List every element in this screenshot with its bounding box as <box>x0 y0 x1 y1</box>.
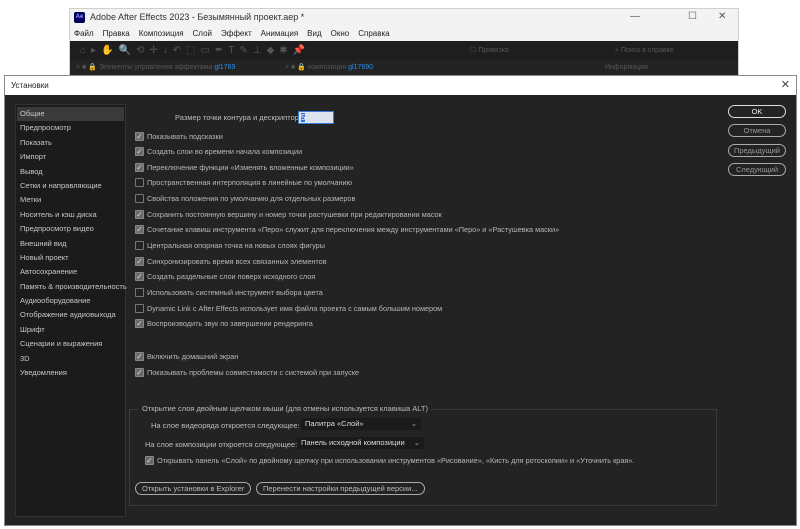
footage-label: На слое видеоряда откроется следующее: <box>151 421 300 430</box>
tab-composition[interactable]: × ■ 🔒 композиция gl17690 <box>285 60 373 76</box>
checkbox[interactable]: ✓ <box>135 131 144 141</box>
cancel-button[interactable]: Отмена <box>728 124 786 137</box>
minimize-icon[interactable]: — <box>630 11 640 22</box>
option-checkbox[interactable]: ✓ Включить домашний экран <box>135 352 238 361</box>
menu-item[interactable]: Композиция <box>139 26 184 41</box>
checkbox[interactable]: ✓ <box>135 272 144 282</box>
path-point-label: Размер точки контура и дескриптора: <box>175 113 306 122</box>
option-checkbox[interactable]: ✓ Воспроизводить звук по завершении ренде… <box>135 319 313 329</box>
sidebar-item[interactable]: Общие <box>17 107 124 122</box>
option-checkbox[interactable]: Пространственная интерполяция в линейные… <box>135 178 352 188</box>
sidebar-item[interactable]: Уведомления <box>17 366 124 380</box>
sidebar-item[interactable]: 3D <box>17 352 124 366</box>
checkbox[interactable]: ✓ <box>135 147 144 157</box>
help-search[interactable]: ⌕ Поиск в справке <box>615 41 674 60</box>
sidebar-item[interactable]: Показать <box>17 136 124 150</box>
sidebar-item[interactable]: Отображение аудиовыхода <box>17 308 124 322</box>
sidebar-item[interactable]: Импорт <box>17 150 124 164</box>
sidebar-item[interactable]: Сетки и направляющие <box>17 179 124 193</box>
menu-item[interactable]: Окно <box>331 26 350 41</box>
checkbox[interactable]: ✓ <box>135 225 144 235</box>
paint-tools-checkbox[interactable]: ✓ Открывать панель «Слой» по двойному щел… <box>145 456 634 465</box>
option-checkbox[interactable]: ✓ Показывать проблемы совместимости с сис… <box>135 368 359 377</box>
checkbox[interactable] <box>135 178 144 188</box>
option-checkbox[interactable]: ✓ Сочетание клавиш инструмента «Перо» слу… <box>135 225 559 235</box>
chevron-down-icon: ⌄ <box>413 438 420 447</box>
menu-item[interactable]: Вид <box>307 26 321 41</box>
checkbox[interactable]: ✓ <box>145 456 154 465</box>
after-effects-window: Adobe After Effects 2023 - Безымянный пр… <box>69 8 739 79</box>
checkbox[interactable] <box>135 288 144 297</box>
sidebar-item[interactable]: Предпросмотр <box>17 121 124 135</box>
checkbox[interactable] <box>135 303 144 313</box>
checkbox[interactable]: ✓ <box>135 368 144 377</box>
menu-item[interactable]: Анимация <box>261 26 299 41</box>
option-checkbox[interactable]: ✓ Показывать подсказки <box>135 131 223 141</box>
sidebar-item[interactable]: Внешний вид <box>17 237 124 251</box>
comp-label: На слое композиции откроется следующее: <box>145 440 298 449</box>
toolbar: ⌂▸✋🔍⟲✛↓↶⬚▭✒T✎⊥◆✱📌 ☐ Привязка ⌕ Поиск в с… <box>70 41 738 60</box>
preferences-dialog: Установки ✕ Общие Предпросмотр Показать Имп… <box>4 75 797 526</box>
next-button[interactable]: Следующий <box>728 163 786 176</box>
maximize-icon[interactable]: ☐ <box>688 11 697 22</box>
option-checkbox[interactable]: ✓ Переключение функции «Изменять вложенны… <box>135 162 354 172</box>
option-checkbox[interactable]: Свойства положения по умолчанию для отде… <box>135 194 355 204</box>
checkbox[interactable]: ✓ <box>135 162 144 172</box>
menu-item[interactable]: Справка <box>358 26 389 41</box>
migrate-settings-button[interactable]: Перенести настройки предыдущей версии... <box>256 482 425 495</box>
close-icon[interactable]: ✕ <box>718 11 726 22</box>
sidebar-item[interactable]: Метки <box>17 193 124 207</box>
snap-label[interactable]: Привязка <box>478 47 509 54</box>
category-list: Общие Предпросмотр Показать Импорт Вывод Сетк… <box>15 104 127 517</box>
option-checkbox[interactable]: Центральная опорная точка на новых слоях… <box>135 241 325 251</box>
checkbox[interactable]: ✓ <box>135 209 144 219</box>
option-checkbox[interactable]: ✓ Сохранить постоянную вершину и номер то… <box>135 209 442 219</box>
ok-button[interactable]: OK <box>728 105 786 118</box>
sidebar-item[interactable]: Аудиооборудование <box>17 294 124 308</box>
sidebar-item[interactable]: Шрифт <box>17 323 124 337</box>
chevron-down-icon: ⌄ <box>410 419 417 428</box>
dialog-title: Установки <box>5 76 796 95</box>
sidebar-item[interactable]: Вывод <box>17 165 124 179</box>
sidebar-item[interactable]: Память & производительность <box>17 280 127 294</box>
menu-bar: Файл Правка Композиция Слой Эффект Анимация Ви… <box>70 26 738 41</box>
sidebar-item[interactable]: Предпросмотр видео <box>17 222 124 236</box>
sidebar-item[interactable]: Новый проект <box>17 251 124 265</box>
ae-logo-icon: Ae <box>74 12 85 23</box>
tab-effect-controls[interactable]: × ■ 🔒 Элементы управления эффектами gl17… <box>76 60 235 76</box>
menu-item[interactable]: Файл <box>74 26 94 41</box>
close-icon[interactable]: ✕ <box>781 76 790 95</box>
menu-item[interactable]: Правка <box>103 26 130 41</box>
checkbox[interactable]: ✓ <box>135 352 144 361</box>
path-point-size-input[interactable]: 5 <box>298 111 334 124</box>
menu-item[interactable]: Слой <box>193 26 212 41</box>
option-checkbox[interactable]: ✓ Создать раздельные слои поверх исходног… <box>135 272 315 282</box>
option-checkbox[interactable]: Использовать системный инструмент выбора… <box>135 288 323 297</box>
checkbox[interactable]: ✓ <box>135 319 144 329</box>
comp-dropdown[interactable]: Панель исходной композиции ⌄ <box>297 437 424 449</box>
checkbox[interactable]: ✓ <box>135 256 144 266</box>
sidebar-item[interactable]: Автосохранение <box>17 265 124 279</box>
group-title: Открытие слоя двойным щелчком мыши (для … <box>139 404 431 413</box>
tab-info[interactable]: Информация <box>605 60 648 76</box>
option-checkbox[interactable]: Dynamic Link с After Effects использует … <box>135 303 442 313</box>
footage-dropdown[interactable]: Палитра «Слой» ⌄ <box>301 418 421 430</box>
sidebar-item[interactable]: Сценарии и выражения <box>17 337 124 351</box>
open-in-explorer-button[interactable]: Открыть установки в Explorer <box>135 482 252 495</box>
menu-item[interactable]: Эффект <box>221 26 252 41</box>
sidebar-item[interactable]: Носитель и кэш диска <box>17 208 124 222</box>
option-checkbox[interactable]: ✓ Синхронизировать время всех связанных э… <box>135 256 327 266</box>
checkbox[interactable] <box>135 194 144 204</box>
previous-button[interactable]: Предыдущий <box>728 144 786 157</box>
option-checkbox[interactable]: ✓ Создать слои во времени начала композиц… <box>135 147 302 157</box>
checkbox[interactable] <box>135 241 144 251</box>
